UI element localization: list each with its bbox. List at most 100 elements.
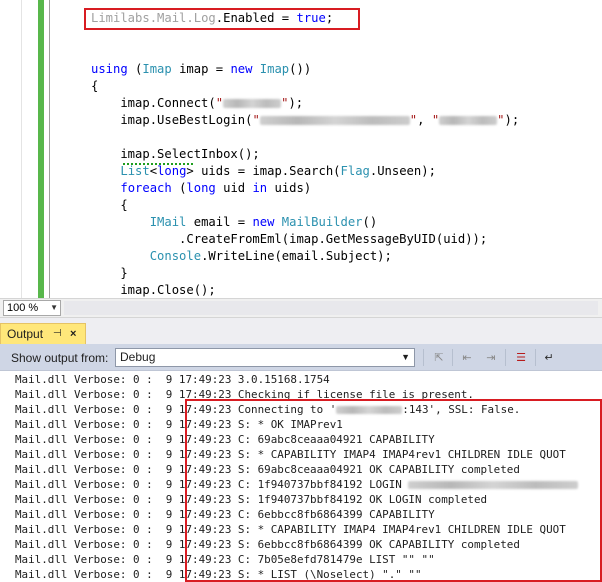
zoom-value: 100 % xyxy=(7,302,39,314)
code-token: Console xyxy=(149,249,202,263)
output-line-prefix: Mail.dll Verbose: 0 : 9 xyxy=(15,403,179,416)
output-line-prefix: Mail.dll Verbose: 0 : 9 xyxy=(15,373,179,386)
output-line-prefix: Mail.dll Verbose: 0 : 9 xyxy=(15,523,179,536)
previous-message-icon[interactable]: ⇤ xyxy=(459,350,475,365)
output-source-dropdown[interactable]: Debug ▼ xyxy=(115,348,415,367)
code-line: using (Imap imap = new Imap()) xyxy=(91,61,311,78)
code-token: ()) xyxy=(289,62,312,76)
code-line: Console.WriteLine(email.Subject); xyxy=(91,248,392,265)
output-source-value: Debug xyxy=(120,350,156,364)
editor-status-bar: 100 % ▼ xyxy=(0,298,602,318)
code-line: } xyxy=(91,265,128,282)
output-line-prefix: Mail.dll Verbose: 0 : 9 xyxy=(15,508,179,521)
output-line-prefix: Mail.dll Verbose: 0 : 9 xyxy=(15,448,179,461)
code-token: < xyxy=(149,164,158,178)
close-icon[interactable]: × xyxy=(70,324,76,344)
code-token: ( xyxy=(171,181,187,195)
word-wrap-icon[interactable]: ↵ xyxy=(541,350,557,365)
next-message-icon[interactable]: ⇥ xyxy=(483,350,499,365)
zoom-dropdown[interactable]: 100 % ▼ xyxy=(3,300,61,316)
code-line: IMail email = new MailBuilder() xyxy=(91,214,378,231)
code-line: imap.UseBestLogin(" ", " "); xyxy=(91,112,519,129)
code-token: uid xyxy=(215,181,253,195)
code-token: foreach xyxy=(120,181,172,195)
code-token: ); xyxy=(504,113,520,127)
outlining-margin xyxy=(49,0,50,298)
code-token: imap.Connect( xyxy=(91,96,216,110)
output-text-area[interactable]: Mail.dll Verbose: 0 : 9 17:49:23 3.0.151… xyxy=(0,371,602,582)
code-line: { xyxy=(91,78,98,95)
code-token: imap.SelectInbox(); xyxy=(91,147,260,161)
code-token: .Unseen); xyxy=(369,164,436,178)
code-line: { xyxy=(91,197,128,214)
output-line-prefix: Mail.dll Verbose: 0 : 9 xyxy=(15,478,179,491)
code-token: imap.UseBestLogin( xyxy=(91,113,253,127)
find-message-icon[interactable]: ⇱ xyxy=(431,350,447,365)
output-line-prefix: Mail.dll Verbose: 0 : 9 xyxy=(15,388,179,401)
output-line-prefix: Mail.dll Verbose: 0 : 9 xyxy=(15,418,179,431)
code-token: } xyxy=(91,266,128,280)
code-line: List<long> uids = imap.Search(Flag.Unsee… xyxy=(91,163,436,180)
code-token: in xyxy=(252,181,268,195)
code-token: .CreateFromEml(imap.GetMessageByUID(uid)… xyxy=(91,232,488,246)
chevron-down-icon: ▼ xyxy=(401,352,410,362)
horizontal-scrollbar[interactable] xyxy=(64,301,598,315)
code-token: List xyxy=(120,164,150,178)
pin-icon[interactable]: ⊣ xyxy=(53,324,62,344)
suggestion-squiggle xyxy=(123,163,195,165)
code-token: long xyxy=(186,181,216,195)
redacted-text xyxy=(439,116,498,125)
code-token: ( xyxy=(127,62,143,76)
code-token: IMail xyxy=(149,215,187,229)
code-token: " xyxy=(497,113,505,127)
code-token: , xyxy=(417,113,432,127)
code-token: " xyxy=(215,96,224,110)
redacted-text xyxy=(223,99,282,108)
code-token: MailBuilder xyxy=(281,215,363,229)
output-line-prefix: Mail.dll Verbose: 0 : 9 xyxy=(15,463,179,476)
redacted-text xyxy=(259,116,410,125)
output-line-prefix: Mail.dll Verbose: 0 : 9 xyxy=(15,433,179,446)
code-token: () xyxy=(362,215,378,229)
code-token: { xyxy=(91,79,99,93)
code-token: email = xyxy=(186,215,253,229)
toolbar-separator xyxy=(423,349,424,366)
code-line: .CreateFromEml(imap.GetMessageByUID(uid)… xyxy=(91,231,487,248)
output-toolbar: Show output from: Debug ▼ ⇱ ⇤ ⇥ ☰ ↵ xyxy=(0,344,602,371)
code-token: Imap xyxy=(259,62,290,76)
code-token: new xyxy=(230,62,253,76)
code-line: imap.SelectInbox(); xyxy=(91,146,260,163)
show-output-from-label: Show output from: xyxy=(11,351,109,365)
code-token: using xyxy=(91,62,128,76)
code-token: { xyxy=(91,198,128,212)
code-token: Imap xyxy=(142,62,172,76)
tab-output[interactable]: Output ⊣ × xyxy=(0,323,86,344)
highlight-box-imap-log xyxy=(185,399,602,582)
output-line-text: 17:49:23 3.0.15168.1754 xyxy=(178,373,330,386)
output-line-prefix: Mail.dll Verbose: 0 : 9 xyxy=(15,553,179,566)
output-line-prefix: Mail.dll Verbose: 0 : 9 xyxy=(15,568,179,581)
code-token: ); xyxy=(288,96,304,110)
code-token: Flag xyxy=(340,164,370,178)
code-token: .WriteLine(email.Subject); xyxy=(201,249,392,263)
code-line: foreach (long uid in uids) xyxy=(91,180,311,197)
code-line: imap.Connect(" "); xyxy=(91,95,303,112)
change-tracking-bar xyxy=(38,0,44,298)
clear-all-icon[interactable]: ☰ xyxy=(513,350,529,365)
code-editor[interactable]: Limilabs.Mail.Log.Enabled = true; using (… xyxy=(0,0,602,298)
code-token: > uids = imap.Search( xyxy=(186,164,341,178)
code-token: " xyxy=(252,113,260,127)
output-line-prefix: Mail.dll Verbose: 0 : 9 xyxy=(15,493,179,506)
toolbar-separator xyxy=(452,349,453,366)
chevron-down-icon: ▼ xyxy=(50,303,58,312)
indicator-margin xyxy=(0,0,22,298)
code-token: imap = xyxy=(171,62,231,76)
highlight-box-log-enabled xyxy=(84,8,360,30)
output-line-prefix: Mail.dll Verbose: 0 : 9 xyxy=(15,538,179,551)
